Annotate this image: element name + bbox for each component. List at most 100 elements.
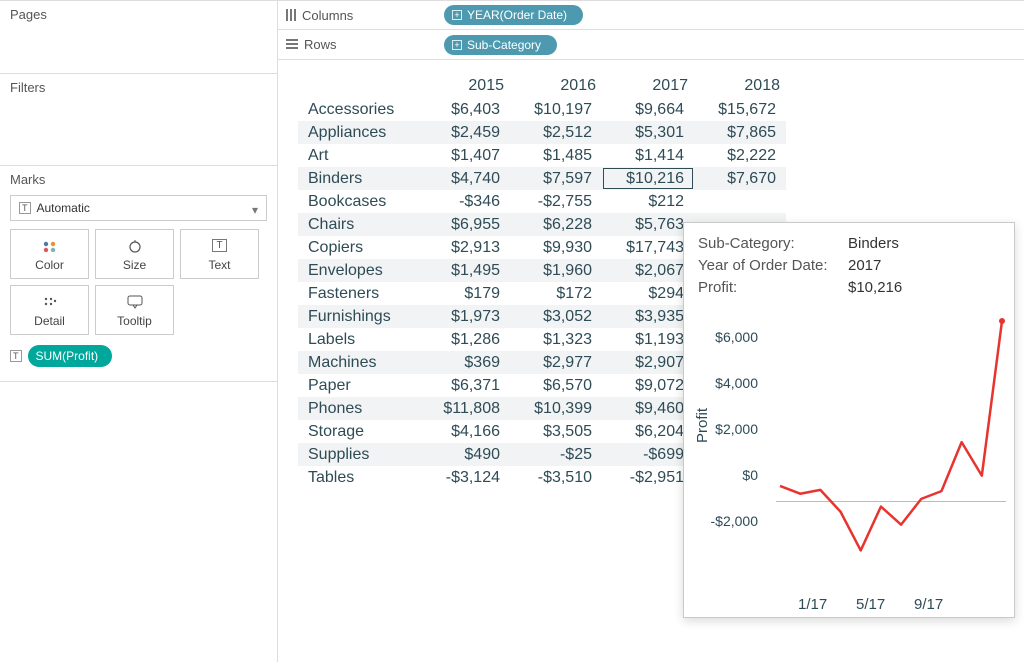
cell[interactable]: $6,228	[510, 213, 602, 236]
rows-shelf[interactable]: Rows + Sub-Category	[278, 30, 1024, 60]
cell[interactable]	[694, 190, 786, 213]
row-header[interactable]: Envelopes	[298, 259, 418, 282]
cell[interactable]: $3,505	[510, 420, 602, 443]
cell[interactable]: $9,664	[602, 98, 694, 121]
cell[interactable]: $6,570	[510, 374, 602, 397]
cell[interactable]: -$25	[510, 443, 602, 466]
cell[interactable]: $2,067	[602, 259, 694, 282]
row-header[interactable]: Appliances	[298, 121, 418, 144]
columns-shelf[interactable]: Columns + YEAR(Order Date)	[278, 0, 1024, 30]
year-header[interactable]: 2017	[602, 74, 694, 98]
cell[interactable]: $7,670	[694, 167, 786, 190]
cell[interactable]: $212	[602, 190, 694, 213]
cell[interactable]: $9,930	[510, 236, 602, 259]
cell[interactable]: $2,512	[510, 121, 602, 144]
cell[interactable]: $1,286	[418, 328, 510, 351]
sum-profit-pill[interactable]: SUM(Profit)	[28, 345, 113, 367]
cell[interactable]: $6,955	[418, 213, 510, 236]
cell[interactable]: $9,460	[602, 397, 694, 420]
cell[interactable]: $1,193	[602, 328, 694, 351]
row-header[interactable]: Paper	[298, 374, 418, 397]
cell[interactable]: $1,960	[510, 259, 602, 282]
row-header[interactable]: Accessories	[298, 98, 418, 121]
cell[interactable]: $1,414	[602, 144, 694, 167]
table-row: Appliances$2,459$2,512$5,301$7,865	[298, 121, 786, 144]
cell[interactable]: $4,166	[418, 420, 510, 443]
row-header[interactable]: Binders	[298, 167, 418, 190]
year-header[interactable]: 2015	[418, 74, 510, 98]
row-header[interactable]: Storage	[298, 420, 418, 443]
cell[interactable]: $3,935	[602, 305, 694, 328]
pages-shelf[interactable]: Pages	[0, 0, 277, 74]
filters-shelf[interactable]: Filters	[0, 74, 277, 166]
cell[interactable]: $7,597	[510, 167, 602, 190]
row-header[interactable]: Fasteners	[298, 282, 418, 305]
size-button[interactable]: Size	[95, 229, 174, 279]
cell[interactable]: $10,399	[510, 397, 602, 420]
cell[interactable]: $11,808	[418, 397, 510, 420]
cell[interactable]: $7,865	[694, 121, 786, 144]
cell[interactable]: $3,052	[510, 305, 602, 328]
cell[interactable]: $15,672	[694, 98, 786, 121]
tt-k1: Sub-Category:	[698, 233, 848, 255]
cell[interactable]: $4,740	[418, 167, 510, 190]
tooltip-button[interactable]: Tooltip	[95, 285, 174, 335]
cell[interactable]: $6,371	[418, 374, 510, 397]
row-header[interactable]: Machines	[298, 351, 418, 374]
cell[interactable]: $6,403	[418, 98, 510, 121]
cell[interactable]: $2,977	[510, 351, 602, 374]
cell[interactable]: -$3,124	[418, 466, 510, 489]
cell[interactable]: $2,913	[418, 236, 510, 259]
cell[interactable]: $1,973	[418, 305, 510, 328]
cell[interactable]: -$699	[602, 443, 694, 466]
side-panel: Pages Filters Marks T Automatic ▾ Color …	[0, 0, 278, 662]
cell[interactable]: $1,323	[510, 328, 602, 351]
color-button[interactable]: Color	[10, 229, 89, 279]
cell[interactable]: $1,407	[418, 144, 510, 167]
cell[interactable]: -$2,755	[510, 190, 602, 213]
row-header[interactable]: Art	[298, 144, 418, 167]
year-header[interactable]: 2016	[510, 74, 602, 98]
cell[interactable]: $17,743	[602, 236, 694, 259]
row-header[interactable]: Copiers	[298, 236, 418, 259]
mark-type-select[interactable]: T Automatic ▾	[10, 195, 267, 221]
cell[interactable]: $172	[510, 282, 602, 305]
text-icon: T	[212, 237, 226, 255]
row-header[interactable]: Tables	[298, 466, 418, 489]
cell[interactable]: -$2,951	[602, 466, 694, 489]
cell[interactable]: $179	[418, 282, 510, 305]
text-mark-icon: T	[19, 202, 31, 214]
cell[interactable]: $6,204	[602, 420, 694, 443]
columns-icon	[286, 9, 296, 21]
row-header[interactable]: Phones	[298, 397, 418, 420]
cell[interactable]: $9,072	[602, 374, 694, 397]
rows-pill[interactable]: + Sub-Category	[444, 35, 557, 55]
cell[interactable]: -$3,510	[510, 466, 602, 489]
row-header[interactable]: Labels	[298, 328, 418, 351]
row-header[interactable]: Chairs	[298, 213, 418, 236]
row-header[interactable]: Supplies	[298, 443, 418, 466]
cell[interactable]: $369	[418, 351, 510, 374]
cell[interactable]: $5,763	[602, 213, 694, 236]
cell[interactable]: $5,301	[602, 121, 694, 144]
cell[interactable]: $2,459	[418, 121, 510, 144]
text-encoding-icon: T	[10, 350, 22, 362]
cell[interactable]: -$346	[418, 190, 510, 213]
cell[interactable]: $10,216	[602, 167, 694, 190]
cell[interactable]: $1,495	[418, 259, 510, 282]
xtick: 5/17	[856, 596, 885, 613]
detail-button[interactable]: Detail	[10, 285, 89, 335]
cell[interactable]: $1,485	[510, 144, 602, 167]
color-icon	[42, 237, 58, 255]
text-button[interactable]: T Text	[180, 229, 259, 279]
cell[interactable]: $490	[418, 443, 510, 466]
year-header[interactable]: 2018	[694, 74, 786, 98]
cell[interactable]: $10,197	[510, 98, 602, 121]
chevron-down-icon: ▾	[250, 203, 260, 217]
cell[interactable]: $294	[602, 282, 694, 305]
row-header[interactable]: Bookcases	[298, 190, 418, 213]
columns-pill[interactable]: + YEAR(Order Date)	[444, 5, 583, 25]
cell[interactable]: $2,907	[602, 351, 694, 374]
row-header[interactable]: Furnishings	[298, 305, 418, 328]
cell[interactable]: $2,222	[694, 144, 786, 167]
